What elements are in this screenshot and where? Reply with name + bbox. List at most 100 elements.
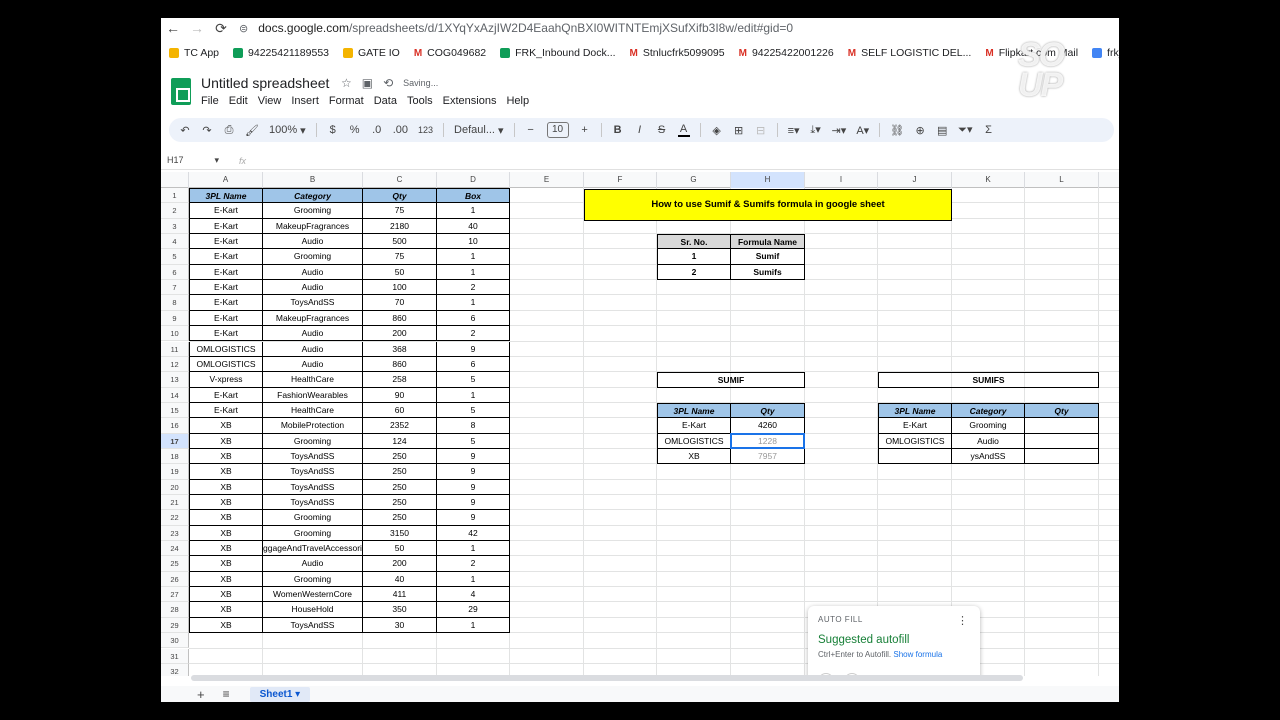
table-cell[interactable]: 2 <box>657 264 731 281</box>
percent-button[interactable]: % <box>349 124 361 136</box>
row-header[interactable]: 7 <box>161 280 189 296</box>
table-cell[interactable]: 1 <box>437 387 510 403</box>
table-cell[interactable]: Audio <box>263 234 363 250</box>
table-cell[interactable]: Audio <box>263 356 363 373</box>
borders-icon[interactable]: ⊞ <box>733 124 745 137</box>
table-cell[interactable]: XB <box>189 418 263 434</box>
zoom-select[interactable]: 100% ▾ <box>269 124 306 137</box>
table-cell[interactable]: 368 <box>363 341 437 357</box>
table-cell[interactable]: E-Kart <box>189 249 263 265</box>
column-header-l[interactable]: L <box>1025 172 1099 188</box>
column-heading[interactable]: 3PL Name <box>657 402 731 419</box>
text-wrap-icon[interactable]: ⇥▾ <box>832 124 847 137</box>
row-header[interactable]: 19 <box>161 464 189 480</box>
row-header[interactable]: 23 <box>161 525 189 542</box>
row-header[interactable]: 2 <box>161 203 189 219</box>
add-sheet-icon[interactable]: + <box>197 687 205 702</box>
bookmark-item[interactable]: FRK_Inbound Dock... <box>500 47 616 59</box>
table-cell[interactable]: 29 <box>437 602 510 618</box>
table-cell[interactable]: 6 <box>437 356 510 373</box>
menu-extensions[interactable]: Extensions <box>443 95 497 107</box>
row-header[interactable]: 1 <box>161 188 189 204</box>
table-cell[interactable]: E-Kart <box>189 326 263 342</box>
column-header-a[interactable]: A <box>189 172 263 188</box>
row-header[interactable]: 22 <box>161 510 189 526</box>
row-header[interactable]: 30 <box>161 633 189 649</box>
table-cell[interactable] <box>1025 433 1099 449</box>
row-header[interactable]: 24 <box>161 541 189 557</box>
column-heading[interactable]: Category <box>263 188 363 204</box>
table-cell[interactable]: 70 <box>363 295 437 311</box>
tab-sheet1[interactable]: Sheet1 ▾ <box>249 686 311 702</box>
bold-icon[interactable]: B <box>612 124 624 136</box>
undo-icon[interactable]: ↶ <box>179 124 191 137</box>
row-header[interactable]: 6 <box>161 264 189 281</box>
row-header[interactable]: 8 <box>161 295 189 311</box>
table-cell[interactable]: 9 <box>437 510 510 526</box>
bookmark-item[interactable]: M COG049682 <box>414 47 486 59</box>
table-cell[interactable]: XB <box>189 571 263 588</box>
table-cell[interactable]: OMLOGISTICS <box>878 433 952 449</box>
column-header-h[interactable]: H <box>731 172 805 188</box>
table-cell[interactable]: 6 <box>437 310 510 327</box>
table-cell[interactable]: 2352 <box>363 418 437 434</box>
table-cell[interactable]: ToysAndSS <box>263 448 363 465</box>
table-cell[interactable] <box>878 448 952 465</box>
functions-icon[interactable]: Σ <box>982 124 994 136</box>
table-cell[interactable]: XB <box>189 479 263 495</box>
table-cell[interactable]: Audio <box>263 341 363 357</box>
table-cell[interactable]: Grooming <box>263 525 363 542</box>
horizontal-align-icon[interactable]: ≡▾ <box>788 124 800 137</box>
table-cell[interactable]: XB <box>189 464 263 480</box>
table-cell[interactable]: FashionWearables <box>263 387 363 403</box>
table-cell[interactable] <box>1025 418 1099 434</box>
table-cell[interactable]: 9 <box>437 495 510 511</box>
increase-decimal-button[interactable]: .00 <box>393 124 408 136</box>
table-cell[interactable]: 40 <box>437 218 510 235</box>
table-cell[interactable]: XB <box>189 495 263 511</box>
table-cell[interactable]: 9 <box>437 341 510 357</box>
table-cell[interactable]: ToysAndSS <box>263 495 363 511</box>
table-cell[interactable]: Grooming <box>263 571 363 588</box>
bookmark-item[interactable]: M 94225422001226 <box>739 47 834 59</box>
menu-view[interactable]: View <box>258 95 282 107</box>
column-header-j[interactable]: J <box>878 172 952 188</box>
table-cell[interactable]: 860 <box>363 310 437 327</box>
font-size-increase-icon[interactable]: + <box>579 124 591 136</box>
table-cell[interactable]: XB <box>189 510 263 526</box>
table-cell[interactable]: 5 <box>437 433 510 449</box>
table-cell[interactable]: 350 <box>363 602 437 618</box>
table-cell[interactable]: Grooming <box>263 510 363 526</box>
column-heading[interactable]: 3PL Name <box>878 402 952 419</box>
table-cell[interactable]: 100 <box>363 280 437 296</box>
column-heading[interactable]: Category <box>952 402 1025 419</box>
table-cell[interactable]: 4 <box>437 587 510 603</box>
currency-button[interactable]: $ <box>327 124 339 136</box>
merge-cells-icon[interactable]: ⊟ <box>755 124 767 137</box>
column-heading[interactable]: Box <box>437 188 510 204</box>
horizontal-scrollbar[interactable] <box>191 675 1023 681</box>
row-header[interactable]: 9 <box>161 310 189 327</box>
vertical-align-icon[interactable]: ⤓▾ <box>810 123 822 137</box>
number-format-button[interactable]: 123 <box>418 125 433 135</box>
sumif-title[interactable]: SUMIF <box>657 372 805 388</box>
column-header-f[interactable]: F <box>584 172 657 188</box>
table-cell[interactable]: E-Kart <box>189 402 263 419</box>
table-cell[interactable]: XB <box>189 617 263 634</box>
table-cell[interactable]: 7957 <box>731 448 805 465</box>
table-cell[interactable]: ggageAndTravelAccessori <box>263 541 363 557</box>
table-cell[interactable]: 200 <box>363 556 437 572</box>
menu-insert[interactable]: Insert <box>291 95 319 107</box>
table-cell[interactable]: Grooming <box>263 203 363 219</box>
menu-format[interactable]: Format <box>329 95 364 107</box>
row-header[interactable]: 14 <box>161 387 189 403</box>
bookmark-item[interactable]: frk_bts <box>1092 47 1119 59</box>
table-cell[interactable]: ToysAndSS <box>263 295 363 311</box>
column-heading[interactable]: Formula Name <box>731 234 805 250</box>
table-cell[interactable]: XB <box>189 587 263 603</box>
table-cell[interactable]: 9 <box>437 464 510 480</box>
table-cell[interactable]: 250 <box>363 448 437 465</box>
select-all-corner[interactable] <box>161 172 189 188</box>
table-cell[interactable]: 250 <box>363 495 437 511</box>
column-header-b[interactable]: B <box>263 172 363 188</box>
